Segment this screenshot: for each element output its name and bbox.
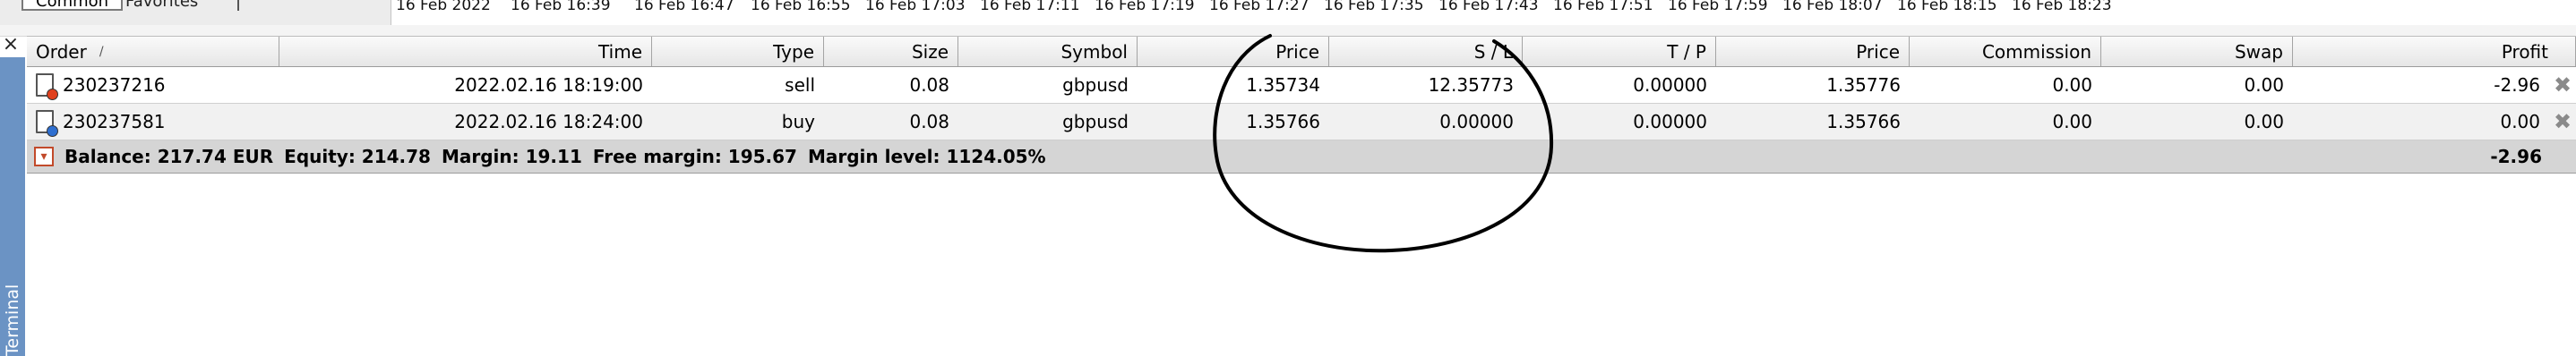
time-axis-label: 16 Feb 17:51 xyxy=(1553,0,1653,14)
terminal-side-label: Terminal xyxy=(3,284,22,356)
sort-indicator-icon: / xyxy=(99,44,104,59)
size-cell: 0.08 xyxy=(909,111,949,132)
commission-cell: 0.00 xyxy=(2052,74,2092,96)
time-axis-label: 16 Feb 2022 xyxy=(396,0,491,14)
equity-value: Equity: 214.78 xyxy=(284,146,431,167)
current-price-cell: 1.35766 xyxy=(1826,111,1901,132)
order-number: 230237216 xyxy=(63,74,166,96)
tab-favorites[interactable]: Favorites xyxy=(113,0,210,10)
time-axis-label: 16 Feb 18:23 xyxy=(2012,0,2112,14)
time-axis-label: 16 Feb 17:27 xyxy=(1209,0,1309,14)
column-header-label: Order xyxy=(36,40,87,63)
balance-value: Balance: 217.74 EUR xyxy=(64,146,274,167)
time-axis-label: 16 Feb 18:15 xyxy=(1897,0,1997,14)
profit-cell: 0.00 xyxy=(2500,111,2540,132)
annotation-ellipse-stroke xyxy=(1213,34,1554,253)
column-header-swap[interactable]: Swap xyxy=(2101,37,2293,66)
symbol-cell: gbpusd xyxy=(1062,74,1129,96)
navigator-tabs: Common Favorites xyxy=(0,0,391,26)
time-axis-label: 16 Feb 17:19 xyxy=(1095,0,1195,14)
close-terminal-icon[interactable]: × xyxy=(2,34,20,55)
time-axis-label: 16 Feb 16:55 xyxy=(751,0,851,14)
time-axis-label: 16 Feb 17:11 xyxy=(980,0,1080,14)
column-header-size[interactable]: Size xyxy=(824,37,958,66)
time-axis-label: 16 Feb 17:59 xyxy=(1668,0,1768,14)
symbol-cell: gbpusd xyxy=(1062,111,1129,132)
column-header-type[interactable]: Type xyxy=(652,37,824,66)
total-profit: -2.96 xyxy=(2490,146,2542,167)
order-cell: 230237581 xyxy=(27,104,279,140)
free-margin-value: Free margin: 195.67 xyxy=(592,146,797,167)
time-axis-label: 16 Feb 18:07 xyxy=(1782,0,1883,14)
margin-level-value: Margin level: 1124.05% xyxy=(807,146,1046,167)
column-header-current-price[interactable]: Price xyxy=(1716,37,1910,66)
current-price-cell: 1.35776 xyxy=(1826,74,1901,96)
type-cell: buy xyxy=(781,111,815,132)
column-header-order[interactable]: Order / xyxy=(27,37,279,66)
sell-order-icon xyxy=(36,73,58,100)
annotation-ellipse xyxy=(1213,34,1554,253)
profit-cell: -2.96 xyxy=(2494,74,2540,96)
account-summary: Balance: 217.74 EUR Equity: 214.78 Margi… xyxy=(64,140,1057,173)
time-cell: 2022.02.16 18:19:00 xyxy=(454,74,643,96)
swap-cell: 0.00 xyxy=(2244,74,2284,96)
balance-icon: ▾ xyxy=(34,147,54,166)
close-order-icon[interactable]: ✖ xyxy=(2549,104,2576,140)
buy-order-icon xyxy=(36,110,58,137)
column-header-time[interactable]: Time xyxy=(279,37,652,66)
tab-separator xyxy=(237,0,239,11)
chart-time-axis: 16 Feb 2022 16 Feb 16:39 16 Feb 16:47 16… xyxy=(396,0,2576,25)
size-cell: 0.08 xyxy=(909,74,949,96)
margin-value: Margin: 19.11 xyxy=(441,146,582,167)
close-order-icon[interactable]: ✖ xyxy=(2549,67,2576,103)
column-header-commission[interactable]: Commission xyxy=(1910,37,2101,66)
time-axis-label: 16 Feb 16:39 xyxy=(511,0,611,14)
swap-cell: 0.00 xyxy=(2244,111,2284,132)
type-cell: sell xyxy=(785,74,815,96)
time-axis-label: 16 Feb 17:35 xyxy=(1324,0,1424,14)
column-header-symbol[interactable]: Symbol xyxy=(958,37,1138,66)
column-header-profit[interactable]: Profit xyxy=(2293,37,2576,66)
order-number: 230237581 xyxy=(63,111,166,132)
time-axis-label: 16 Feb 17:43 xyxy=(1438,0,1539,14)
time-cell: 2022.02.16 18:24:00 xyxy=(454,111,643,132)
order-cell: 230237216 xyxy=(27,67,279,103)
tab-common[interactable]: Common xyxy=(21,0,124,11)
time-axis-label: 16 Feb 17:03 xyxy=(865,0,966,14)
time-axis-label: 16 Feb 16:47 xyxy=(634,0,734,14)
commission-cell: 0.00 xyxy=(2052,111,2092,132)
trade-table: Order / Time Type Size Symbol Price S / … xyxy=(27,34,2576,253)
